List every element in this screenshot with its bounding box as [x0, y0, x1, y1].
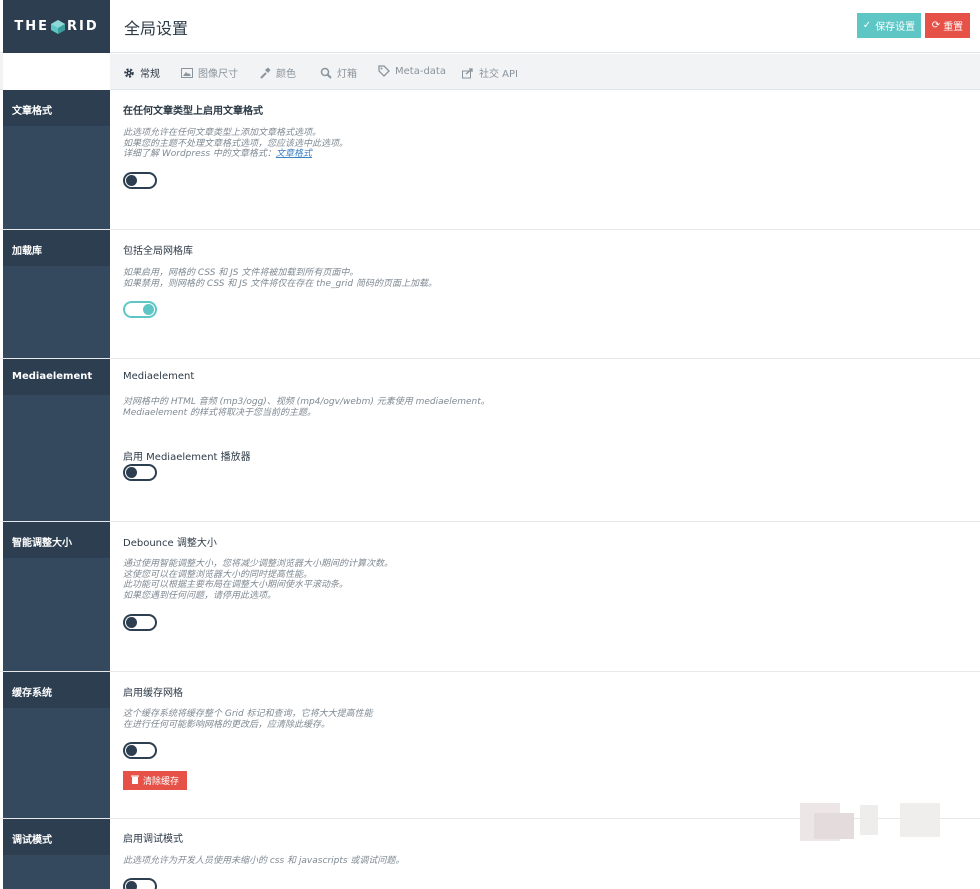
section-description: 对网格中的 HTML 音频 (mp3/ogg)、视频 (mp4/ogv/webm…: [123, 397, 490, 418]
description-line: 这使您可以在调整浏览器大小的同时提高性能。: [123, 569, 313, 580]
logo-text-right: RID: [67, 19, 99, 34]
blurred-watermark: [770, 795, 945, 845]
section-label: 缓存系统: [3, 672, 110, 708]
logo-g-mark: [50, 19, 66, 35]
description-line: 如果禁用，则网格的 CSS 和 JS 文件将仅在存在 the_grid 简码的页…: [123, 278, 437, 289]
gear-icon: [124, 67, 134, 78]
save-settings-button[interactable]: ✓ 保存设置: [857, 13, 921, 38]
the-grid-logo[interactable]: THE RID: [3, 0, 110, 53]
section-heading: 启用缓存网格: [123, 688, 183, 699]
description-line: 通过使用智能调整大小，您将减少调整浏览器大小期间的计算次数。: [123, 559, 394, 569]
mediaelement-player-heading: 启用 Mediaelement 播放器: [123, 452, 251, 463]
tab-image-sizes[interactable]: 图像尺寸: [181, 65, 238, 80]
description-line: 此选项允许在任何文章类型上添加文章格式选项。: [123, 128, 322, 138]
tag-icon: [378, 65, 390, 77]
magnifier-icon: [320, 67, 332, 79]
tabs-left-spacer: [3, 54, 110, 90]
header: THE RID 全局设置 ✓ 保存设置 ⟳ 重置: [0, 0, 980, 53]
toggle-knob: [143, 304, 154, 315]
description-line: 此选项允许为开发人员使用未缩小的 css 和 javascripts 或调试问题…: [123, 856, 405, 866]
mediaelement-player-toggle[interactable]: [123, 464, 157, 481]
toggle-knob: [126, 745, 137, 756]
section-label: Mediaelement: [3, 359, 110, 395]
description-line: 如果启用，网格的 CSS 和 JS 文件将被加载到所有页面中。: [123, 268, 359, 278]
post-format-toggle[interactable]: [123, 172, 157, 189]
debug-mode-toggle[interactable]: [123, 878, 157, 889]
description-text: 详细了解 Wordpress 中的文章格式：: [123, 149, 276, 159]
section-description: 如果启用，网格的 CSS 和 JS 文件将被加载到所有页面中。 如果禁用，则网格…: [123, 268, 437, 289]
description-line: 此功能可以根据主要布局在调整大小期间使水平滚动条。: [123, 580, 349, 590]
toggle-knob: [126, 881, 137, 889]
tab-social-api[interactable]: 社交 API: [462, 65, 518, 80]
global-library-toggle[interactable]: [123, 301, 157, 318]
brush-icon: [260, 67, 271, 79]
section-description: 此选项允许在任何文章类型上添加文章格式选项。 如果您的主题不处理文章格式选项，您…: [123, 128, 348, 160]
post-format-link[interactable]: 文章格式: [276, 149, 312, 159]
section-smart-resize: 智能调整大小 Debounce 调整大小 通过使用智能调整大小，您将减少调整浏览…: [0, 522, 980, 672]
clear-cache-button[interactable]: 清除缓存: [123, 771, 187, 790]
toggle-knob: [126, 617, 137, 628]
logo-text-left: THE: [14, 19, 49, 34]
refresh-icon: ⟳: [931, 20, 941, 31]
description-line: 如果您的主题不处理文章格式选项，您应该选中此选项。: [123, 138, 349, 149]
section-library: 加载库 包括全局网格库 如果启用，网格的 CSS 和 JS 文件将被加载到所有页…: [0, 230, 980, 359]
debounce-resize-toggle[interactable]: [123, 614, 157, 631]
description-line: 在进行任何可能影响网格的更改后，应清除此缓存。: [123, 719, 331, 730]
section-heading: Debounce 调整大小: [123, 538, 217, 549]
section-heading: 在任何文章类型上启用文章格式: [123, 106, 263, 117]
section-label: 调试模式: [3, 819, 110, 855]
toggle-knob: [126, 175, 137, 186]
description-line: 对网格中的 HTML 音频 (mp3/ogg)、视频 (mp4/ogv/webm…: [123, 397, 490, 407]
description-line: Mediaelement 的样式将取决于您当前的主题。: [123, 407, 317, 418]
section-mediaelement: Mediaelement Mediaelement 对网格中的 HTML 音频 …: [0, 359, 980, 522]
tab-colors[interactable]: 颜色: [259, 65, 296, 80]
description-line: 如果您遇到任何问题，请停用此选项。: [123, 590, 277, 601]
section-description: 此选项允许为开发人员使用未缩小的 css 和 javascripts 或调试问题…: [123, 856, 404, 867]
tabs-bar: 常规 图像尺寸 颜色 灯箱 Meta-data 社交 API: [0, 54, 980, 90]
section-heading: 包括全局网格库: [123, 246, 193, 257]
section-label: 文章格式: [3, 90, 110, 126]
toggle-knob: [126, 467, 137, 478]
section-heading: Mediaelement: [123, 371, 195, 382]
section-description: 这个缓存系统将缓存整个 Grid 标记和查询，它将大大提高性能 在进行任何可能影…: [123, 709, 373, 730]
trash-icon: [130, 775, 139, 787]
section-description: 通过使用智能调整大小，您将减少调整浏览器大小期间的计算次数。 这使您可以在调整浏…: [123, 559, 393, 601]
image-icon: [181, 67, 193, 78]
description-line: 详细了解 Wordpress 中的文章格式：文章格式: [123, 149, 348, 160]
share-icon: [462, 67, 473, 78]
check-icon: ✓: [862, 20, 872, 31]
tab-general[interactable]: 常规: [123, 65, 160, 80]
reset-button[interactable]: ⟳ 重置: [925, 13, 970, 38]
tab-lightbox[interactable]: 灯箱: [320, 65, 357, 80]
cache-grid-toggle[interactable]: [123, 742, 157, 759]
section-heading: 启用调试模式: [123, 834, 183, 845]
section-label: 加载库: [3, 230, 110, 266]
section-post-format: 文章格式 在任何文章类型上启用文章格式 此选项允许在任何文章类型上添加文章格式选…: [0, 90, 980, 230]
settings-page: THE RID 全局设置 ✓ 保存设置 ⟳ 重置 常规 图像尺寸 颜色 灯箱 M…: [0, 0, 980, 889]
page-title: 全局设置: [124, 19, 189, 38]
section-label: 智能调整大小: [3, 522, 110, 558]
description-line: 这个缓存系统将缓存整个 Grid 标记和查询，它将大大提高性能: [123, 709, 373, 719]
tab-meta-data[interactable]: Meta-data: [378, 65, 446, 77]
